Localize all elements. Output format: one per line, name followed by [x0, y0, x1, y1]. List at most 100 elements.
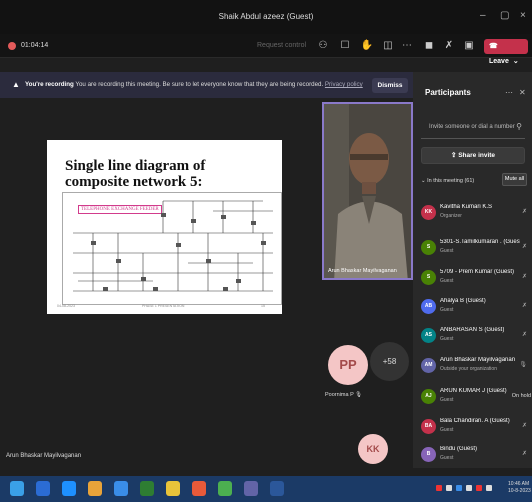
mic-off-icon: ✗ [521, 209, 527, 215]
tile-participant-name: Poornima P 🎙 [325, 392, 362, 398]
recording-banner: ▲ You're recording You are recording thi… [0, 72, 413, 98]
share-invite-label: Share invite [458, 152, 496, 159]
network-icon[interactable] [466, 485, 472, 491]
mic-off-icon: 🎙 [519, 362, 527, 368]
mic-off-icon: ✗ [521, 274, 527, 280]
share-tray-icon[interactable]: ▣ [462, 39, 476, 53]
slide-footer: PHASE 1 PRESENTATION [142, 304, 185, 308]
video-participant-name: Arun Bhaskar Mayilvaganan [328, 268, 397, 274]
slide-title-line2: composite network 5: [65, 174, 203, 190]
participant-row[interactable]: BA Bala Chandiran. A (Guest) Guest ✗ [421, 416, 531, 440]
participant-name: Bindu (Guest) [440, 446, 478, 452]
mic-off-icon: 🎙 [355, 392, 363, 398]
leave-label: Leave [489, 58, 509, 65]
mic-off-icon[interactable]: ✗ [442, 39, 456, 53]
camera-off-icon[interactable]: ◼ [422, 39, 436, 53]
edge-icon[interactable] [62, 481, 76, 496]
volume-icon[interactable] [486, 485, 492, 491]
clock-time: 10:46 AM [508, 481, 530, 487]
more-participants-tile[interactable]: +58 [370, 342, 409, 381]
participant-row[interactable]: AB Ahalya B (Guest) Guest ✗ [421, 296, 531, 320]
participant-name: 5709 - Prem Kumar (Guest) [440, 269, 515, 275]
dismiss-button[interactable]: Dismiss [372, 78, 408, 93]
folder-icon[interactable] [166, 481, 180, 496]
leave-button[interactable]: ☎ Leave ⌄ [484, 39, 528, 65]
avatar-tile-pp[interactable]: PP [328, 345, 368, 385]
phone-icon: ☎ [489, 43, 498, 50]
rooms-icon[interactable]: ◫ [381, 39, 395, 53]
banner-message: You are recording this meeting. Be sure … [75, 81, 324, 88]
participant-name: Bala Chandiran. A (Guest) [440, 418, 510, 424]
word-icon[interactable] [270, 481, 284, 496]
participant-row[interactable]: B Bindu (Guest) Guest ✗ [421, 444, 531, 468]
mic-off-icon: ✗ [521, 303, 527, 309]
avatar: AM [421, 358, 436, 373]
avatar: BA [421, 419, 436, 434]
tray-icon-4[interactable] [476, 485, 482, 491]
excel-icon[interactable] [140, 481, 154, 496]
mic-off-icon: ✗ [521, 423, 527, 429]
invite-input[interactable]: Invite someone or dial a number ⚲ [421, 117, 525, 139]
participant-row[interactable]: S 5301-S.Tamilkumaran . (Guest) Guest ✗ [421, 237, 531, 261]
avatar: AJ [421, 389, 436, 404]
participant-row[interactable]: AS ANBARASAN S (Guest) Guest ✗ [421, 325, 531, 349]
chat-icon[interactable]: ☐ [338, 39, 352, 53]
powerpoint-icon[interactable] [192, 481, 206, 496]
meeting-timer: 01:04:14 [21, 42, 49, 49]
people-icon[interactable]: ⚇ [316, 39, 330, 53]
close-button[interactable]: × [520, 10, 526, 21]
app-icon[interactable] [218, 481, 232, 496]
in-meeting-header[interactable]: ⌄ In this meeting (61) [421, 178, 474, 184]
on-hold-status: On hold [511, 393, 531, 399]
minimize-button[interactable]: – [480, 10, 486, 21]
in-meeting-count: In this meeting (61) [427, 178, 475, 184]
windows-taskbar: 10:46 AM 10-8-2023 [0, 476, 532, 502]
participant-row[interactable]: AM Arun Bhaskar Mayilvaganan Outside your … [421, 355, 531, 379]
network-diagram-image [73, 200, 273, 292]
video-image [324, 104, 411, 278]
mic-off-icon: ✗ [521, 451, 527, 457]
mute-all-button[interactable]: Mute all [502, 173, 527, 186]
slide-number: 15 [261, 304, 265, 308]
teams-icon[interactable] [244, 481, 258, 496]
participant-role: Guest [440, 455, 454, 461]
participant-row[interactable]: KK Kavitha Kumari K.S Organizer ✗ [421, 202, 531, 226]
raise-hand-icon[interactable]: ✋ [360, 39, 374, 53]
participant-name: ANBARASAN S (Guest) [440, 327, 505, 333]
chevron-down-icon: ⌄ [512, 58, 519, 65]
start-icon[interactable] [10, 481, 24, 496]
more-options-icon[interactable]: ⋯ [505, 88, 513, 97]
chrome-icon[interactable] [114, 481, 128, 496]
slide-title: Single line diagram of composite network… [65, 158, 205, 190]
tray-icon-3[interactable] [456, 485, 462, 491]
tray-icon-2[interactable] [446, 485, 452, 491]
media-icon[interactable] [36, 481, 50, 496]
avatar: KK [421, 205, 436, 220]
title-bar: Shaik Abdul azeez (Guest) – ▢ × [0, 0, 532, 34]
system-clock[interactable]: 10:46 AM 10-8-2023 [508, 481, 531, 495]
participant-role: Organizer [440, 213, 462, 219]
window-title: Shaik Abdul azeez (Guest) [218, 12, 314, 21]
privacy-policy-link[interactable]: Privacy policy [325, 81, 363, 88]
single-line-diagram: TELEPHONE EXCHANGE FEEDER [62, 192, 282, 305]
participant-name: 5301-S.Tamilkumaran . (Guest) [440, 239, 520, 245]
avatar: S [421, 270, 436, 285]
avatar-tile-kk[interactable]: KK [358, 434, 388, 464]
invite-placeholder: Invite someone or dial a number [429, 124, 515, 130]
request-control-button[interactable]: Request control [257, 42, 306, 49]
warning-icon: ▲ [12, 80, 20, 89]
participant-row[interactable]: S 5709 - Prem Kumar (Guest) Guest ✗ [421, 267, 531, 291]
firefox-icon[interactable] [88, 481, 102, 496]
more-icon[interactable]: ⋯ [400, 39, 414, 53]
close-panel-icon[interactable]: ✕ [519, 88, 526, 97]
participant-name: Kavitha Kumari K.S [440, 204, 493, 210]
participants-panel: Participants ⋯ ✕ Invite someone or dial … [413, 72, 532, 468]
search-icon: ⚲ [516, 122, 522, 131]
share-invite-button[interactable]: ⇪ Share invite [421, 147, 525, 164]
participant-role: Guest [440, 397, 454, 403]
participant-row[interactable]: AJ ARUN KUMAR J (Guest) Guest On hold [421, 386, 531, 410]
tray-icon-1[interactable] [436, 485, 442, 491]
avatar: B [421, 447, 436, 462]
maximize-button[interactable]: ▢ [500, 10, 509, 21]
participant-video[interactable]: Arun Bhaskar Mayilvaganan [322, 102, 413, 280]
